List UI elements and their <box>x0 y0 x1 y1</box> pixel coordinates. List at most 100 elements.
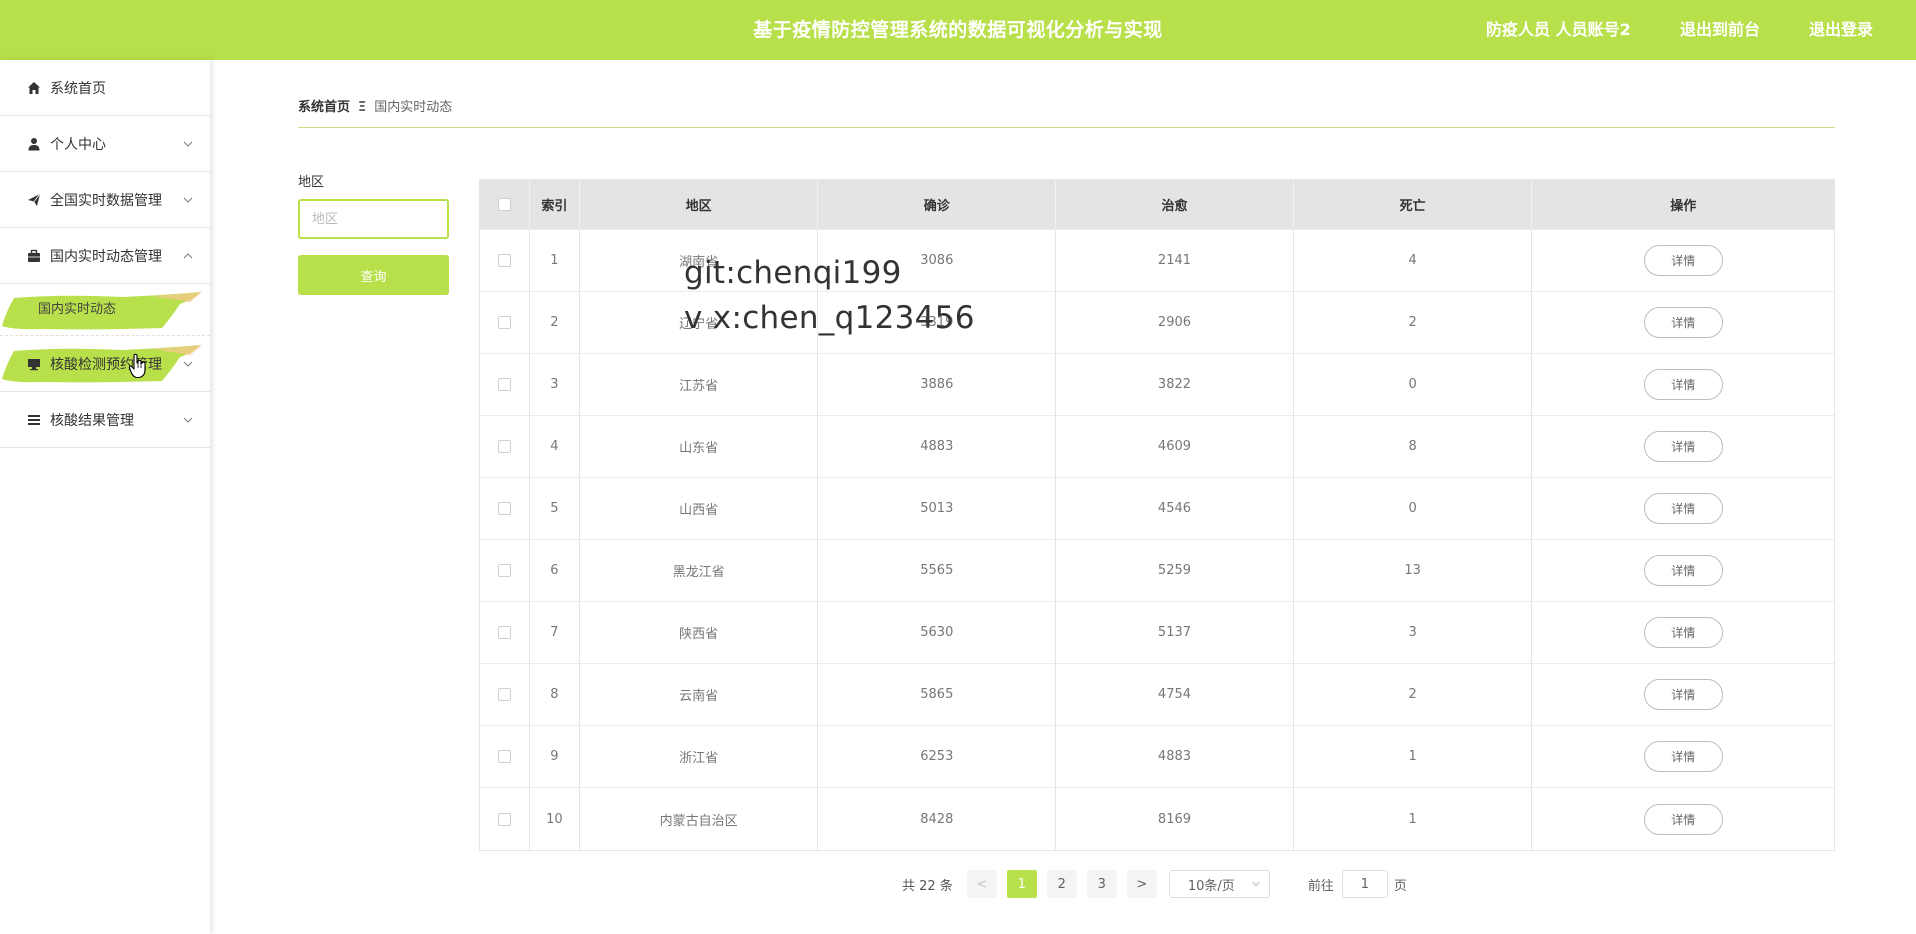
data-table: 索引 地区 确诊 治愈 死亡 操作 1 湖南省 3086 2141 4 详情 2… <box>479 179 1835 851</box>
table-header-row: 索引 地区 确诊 治愈 死亡 操作 <box>480 180 1834 230</box>
cell-cured: 5259 <box>1056 540 1294 601</box>
row-checkbox[interactable] <box>497 502 511 515</box>
detail-button[interactable]: 详情 <box>1643 803 1723 835</box>
monitor-icon <box>26 356 42 372</box>
cell-region: 山东省 <box>580 416 819 477</box>
cell-deaths: 8 <box>1294 416 1533 477</box>
current-user: 防疫人员 人员账号2 <box>1486 20 1631 39</box>
cell-deaths: 4 <box>1294 230 1533 291</box>
cell-deaths: 2 <box>1294 664 1533 725</box>
page-size-value: 10条/页 <box>1187 878 1235 894</box>
cell-confirmed: 3886 <box>818 354 1057 415</box>
breadcrumb-separator: Ξ <box>358 100 367 115</box>
cell-index: 10 <box>530 788 580 850</box>
sidebar-item-home[interactable]: 系统首页 <box>0 60 210 116</box>
cell-cured: 4609 <box>1056 416 1294 477</box>
user-icon <box>26 136 42 152</box>
table-row: 8 云南省 5865 4754 2 详情 <box>480 664 1834 726</box>
sidebar-item-nucleic-results[interactable]: 核酸结果管理 <box>0 392 210 448</box>
detail-button[interactable]: 详情 <box>1643 369 1723 400</box>
row-checkbox[interactable] <box>497 688 511 701</box>
chevron-down-icon <box>183 197 193 203</box>
pagination: 共 22 条 < 1 2 3 > 10条/页 前往 页 <box>902 870 1407 898</box>
sidebar-item-national-data[interactable]: 全国实时数据管理 <box>0 172 210 228</box>
cell-cured: 8169 <box>1056 788 1294 850</box>
cell-cured: 2906 <box>1056 292 1294 353</box>
table-row: 6 黑龙江省 5565 5259 13 详情 <box>480 540 1834 602</box>
column-header-region: 地区 <box>580 180 819 229</box>
sidebar-item-label: 系统首页 <box>50 80 106 97</box>
cell-confirmed: 5630 <box>818 602 1057 663</box>
cell-region: 黑龙江省 <box>580 540 819 601</box>
detail-button[interactable]: 详情 <box>1643 307 1723 338</box>
breadcrumb-divider <box>298 127 1835 128</box>
home-icon <box>26 80 42 96</box>
column-header-confirmed: 确诊 <box>818 180 1057 229</box>
page-button-3[interactable]: 3 <box>1086 870 1117 898</box>
cell-index: 8 <box>530 664 580 725</box>
page-size-select[interactable]: 10条/页 <box>1168 870 1270 898</box>
sidebar-item-personal-center[interactable]: 个人中心 <box>0 116 210 172</box>
cell-deaths: 1 <box>1294 788 1533 850</box>
region-filter-label: 地区 <box>298 175 325 190</box>
goto-page-input[interactable] <box>1341 870 1388 898</box>
cell-confirmed: 5013 <box>818 478 1057 539</box>
select-all-checkbox[interactable] <box>497 198 511 211</box>
table-row: 4 山东省 4883 4609 8 详情 <box>480 416 1834 478</box>
breadcrumb-home[interactable]: 系统首页 <box>298 100 350 115</box>
cell-confirmed: 6253 <box>818 726 1057 787</box>
row-checkbox[interactable] <box>497 750 511 763</box>
detail-button[interactable]: 详情 <box>1643 679 1723 710</box>
chevron-down-icon <box>183 417 193 423</box>
row-checkbox[interactable] <box>497 564 511 577</box>
sidebar-item-label: 核酸结果管理 <box>50 412 134 429</box>
cell-region: 山西省 <box>580 478 819 539</box>
detail-button[interactable]: 详情 <box>1643 741 1723 772</box>
detail-button[interactable]: 详情 <box>1643 245 1723 276</box>
logout-link[interactable]: 退出登录 <box>1809 0 1873 60</box>
cell-cured: 4754 <box>1056 664 1294 725</box>
cell-index: 3 <box>530 354 580 415</box>
region-search-input[interactable] <box>298 199 449 239</box>
detail-button[interactable]: 详情 <box>1643 555 1723 586</box>
detail-button[interactable]: 详情 <box>1643 431 1723 462</box>
query-button[interactable]: 查询 <box>298 255 449 295</box>
row-checkbox[interactable] <box>497 316 511 329</box>
row-checkbox[interactable] <box>497 440 511 453</box>
column-header-cured: 治愈 <box>1056 180 1294 229</box>
sidebar-subitem-domestic-realtime[interactable]: 国内实时动态 <box>0 284 210 336</box>
sidebar-item-label: 全国实时数据管理 <box>50 192 162 209</box>
cell-confirmed: 5565 <box>818 540 1057 601</box>
cell-cured: 5137 <box>1056 602 1294 663</box>
detail-button[interactable]: 详情 <box>1643 493 1723 524</box>
cell-region: 浙江省 <box>580 726 819 787</box>
table-row: 3 江苏省 3886 3822 0 详情 <box>480 354 1834 416</box>
cell-index: 1 <box>530 230 580 291</box>
page-button-1[interactable]: 1 <box>1006 870 1037 898</box>
cell-region: 江苏省 <box>580 354 819 415</box>
goto-page: 前往 页 <box>1308 870 1407 898</box>
watermark-line-1: git:chenqi199 <box>684 255 902 291</box>
cell-confirmed: 5865 <box>818 664 1057 725</box>
page-button-2[interactable]: 2 <box>1046 870 1077 898</box>
sidebar-item-domestic-dynamics[interactable]: 国内实时动态管理 <box>0 228 210 284</box>
cell-index: 5 <box>530 478 580 539</box>
detail-button[interactable]: 详情 <box>1643 617 1723 648</box>
row-checkbox[interactable] <box>497 812 511 826</box>
pagination-total: 共 22 条 <box>902 878 953 894</box>
row-checkbox[interactable] <box>497 254 511 267</box>
prev-page-button[interactable]: < <box>966 870 997 898</box>
goto-suffix: 页 <box>1393 878 1407 894</box>
cell-index: 6 <box>530 540 580 601</box>
column-header-deaths: 死亡 <box>1294 180 1533 229</box>
sidebar: 系统首页 个人中心 全国实时数据管理 国内实时动态管理 国内实时动态 核酸检测预… <box>0 60 210 934</box>
row-checkbox[interactable] <box>497 378 511 391</box>
row-checkbox[interactable] <box>497 626 511 639</box>
column-header-index: 索引 <box>530 180 580 229</box>
exit-to-frontend-link[interactable]: 退出到前台 <box>1680 0 1760 60</box>
send-icon <box>26 192 42 208</box>
next-page-button[interactable]: > <box>1126 870 1157 898</box>
sidebar-item-nucleic-booking[interactable]: 核酸检测预约管理 <box>0 336 210 392</box>
breadcrumb-current: 国内实时动态 <box>374 100 453 115</box>
cell-deaths: 2 <box>1294 292 1533 353</box>
